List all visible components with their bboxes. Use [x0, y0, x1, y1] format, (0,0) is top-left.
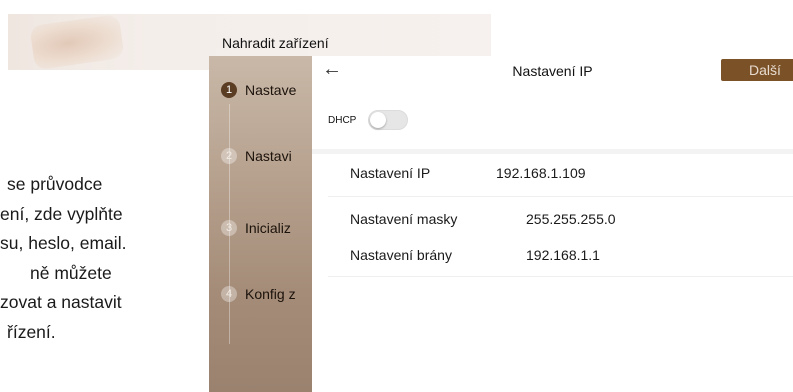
wizard-step-4[interactable]: 4 Konfig z: [221, 286, 296, 302]
gateway-label: Nastavení brány: [350, 247, 452, 263]
next-button[interactable]: Další: [721, 59, 793, 81]
wizard-step-3[interactable]: 3 Inicializ: [221, 220, 291, 236]
dhcp-toggle[interactable]: [368, 110, 409, 130]
section-divider: [312, 149, 793, 154]
step-label: Inicializ: [245, 220, 291, 236]
gateway-input[interactable]: [526, 247, 726, 263]
header-photo-shape: [29, 13, 125, 71]
step-number: 1: [221, 82, 237, 98]
wizard-step-2[interactable]: 2 Nastavi: [221, 148, 292, 164]
step-number: 2: [221, 148, 237, 164]
subnet-mask-row: Nastavení masky: [328, 203, 793, 235]
arrow-left-icon[interactable]: ←: [322, 58, 342, 80]
description-line: ně můžete: [30, 262, 112, 283]
toggle-knob: [370, 112, 387, 128]
wizard-step-1[interactable]: 1 Nastave: [221, 82, 296, 98]
row-separator: [328, 196, 793, 197]
panel-header: ← Nastavení IP Další: [312, 56, 793, 86]
step-number: 3: [221, 220, 237, 236]
step-label: Konfig z: [245, 286, 296, 302]
dhcp-row: DHCP: [328, 110, 409, 130]
description-text: se průvodce ení, zde vyplňte su, heslo, …: [0, 170, 210, 347]
ip-address-input[interactable]: [496, 165, 696, 181]
step-label: Nastave: [245, 82, 297, 98]
description-line: se průvodce: [7, 174, 103, 194]
step-number: 4: [221, 286, 237, 302]
gateway-row: Nastavení brány: [328, 239, 793, 271]
ip-address-row: Nastavení IP: [328, 157, 793, 189]
step-label: Nastavi: [245, 148, 292, 164]
ip-address-label: Nastavení IP: [350, 165, 431, 181]
wizard-steps-panel: 1 Nastave 2 Nastavi 3 Inicializ 4 Konfig…: [209, 56, 312, 392]
ip-settings-panel: ← Nastavení IP Další DHCP Nastavení IP N…: [312, 56, 793, 392]
subnet-mask-label: Nastavení masky: [350, 211, 458, 227]
description-line: řízení.: [7, 321, 56, 342]
dialog-title: Nahradit zařízení: [222, 35, 329, 51]
description-line: zovat a nastavit: [0, 292, 122, 312]
dhcp-label: DHCP: [328, 114, 357, 126]
row-separator: [328, 276, 793, 277]
subnet-mask-input[interactable]: [526, 211, 726, 227]
description-line: su, heslo, email.: [0, 233, 127, 253]
description-line: ení, zde vyplňte: [0, 203, 123, 224]
